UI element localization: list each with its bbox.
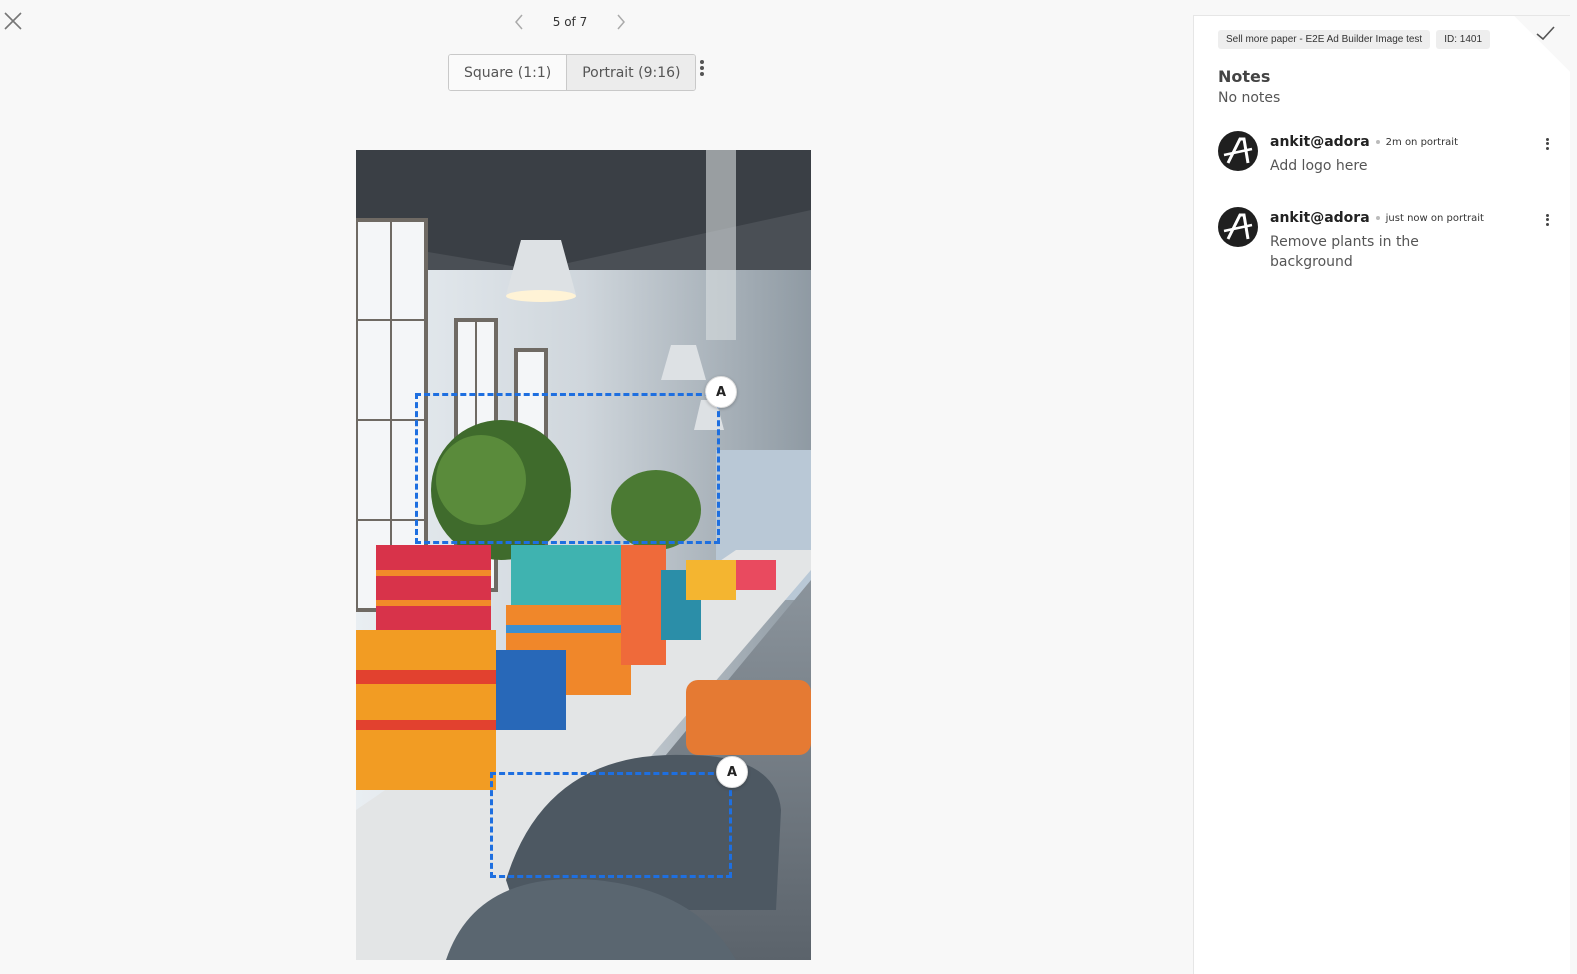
comment-meta: just now on portrait: [1385, 212, 1484, 224]
comment-author: ankit@adora: [1270, 134, 1370, 150]
check-icon[interactable]: [1534, 22, 1556, 44]
separator-dot: [1375, 216, 1380, 220]
comment-more-icon[interactable]: [1541, 212, 1553, 232]
annotation-pin-2[interactable]: A: [716, 756, 748, 788]
chevron-right-icon[interactable]: [612, 11, 630, 33]
page-counter: 5 of 7: [552, 15, 588, 29]
comment-text: Add logo here: [1270, 158, 1368, 174]
annotation-box-2[interactable]: [490, 772, 732, 878]
ad-image: A A: [356, 150, 811, 960]
project-tag: Sell more paper - E2E Ad Builder Image t…: [1218, 30, 1431, 49]
comment-author: ankit@adora: [1270, 210, 1370, 226]
annotation-box-1[interactable]: [415, 393, 720, 544]
avatar: [1218, 207, 1258, 247]
annotation-pin-1[interactable]: A: [705, 376, 737, 408]
comment-text: Remove plants in the background: [1270, 234, 1419, 270]
separator-dot: [1375, 140, 1380, 144]
chevron-left-icon[interactable]: [510, 11, 528, 33]
comment-item: ankit@adora 2m on portrait Add logo here: [1218, 131, 1553, 181]
comment-meta: 2m on portrait: [1385, 136, 1459, 148]
avatar: [1218, 131, 1258, 171]
comment-more-icon[interactable]: [1541, 136, 1553, 156]
notes-heading: Notes: [1218, 67, 1271, 86]
close-icon[interactable]: [2, 10, 24, 32]
comment-item: ankit@adora just now on portrait Remove …: [1218, 207, 1553, 277]
ratio-square-button[interactable]: Square (1:1): [449, 55, 567, 90]
id-tag: ID: 1401: [1436, 30, 1491, 49]
ratio-switcher: Square (1:1) Portrait (9:16): [448, 54, 697, 91]
tag-list: Sell more paper - E2E Ad Builder Image t…: [1218, 30, 1491, 49]
ratio-portrait-button[interactable]: Portrait (9:16): [566, 55, 696, 90]
notes-panel: Sell more paper - E2E Ad Builder Image t…: [1193, 15, 1570, 974]
notes-empty-text: No notes: [1218, 90, 1281, 106]
pager: 5 of 7: [510, 10, 630, 34]
more-options-icon[interactable]: [694, 58, 710, 82]
